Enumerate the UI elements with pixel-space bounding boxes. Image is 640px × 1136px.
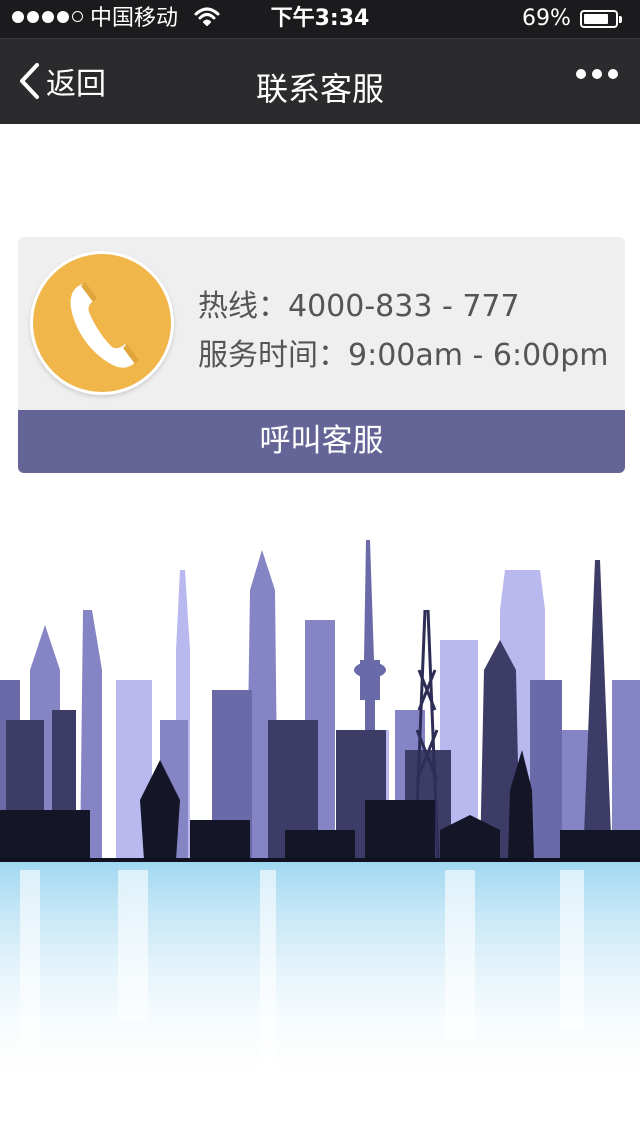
page-title: 联系客服 bbox=[255, 70, 384, 108]
navigation-bar: 返回 联系客服 bbox=[0, 38, 640, 124]
status-bar: 中国移动 下午3:34 69% bbox=[0, 0, 640, 38]
phone-icon bbox=[30, 251, 174, 395]
contact-card: 热线：4000-833 - 777 服务时间：9:00am - 6:00pm 呼… bbox=[18, 237, 625, 473]
service-hours-text: 服务时间：9:00am - 6:00pm bbox=[198, 338, 609, 373]
battery-percentage: 69% bbox=[522, 6, 571, 31]
more-dots-icon[interactable] bbox=[576, 69, 618, 79]
city-skyline bbox=[0, 540, 640, 1090]
battery-icon bbox=[580, 10, 622, 28]
call-service-button[interactable]: 呼叫客服 bbox=[18, 410, 625, 473]
hotline-text: 热线：4000-833 - 777 bbox=[198, 289, 520, 324]
